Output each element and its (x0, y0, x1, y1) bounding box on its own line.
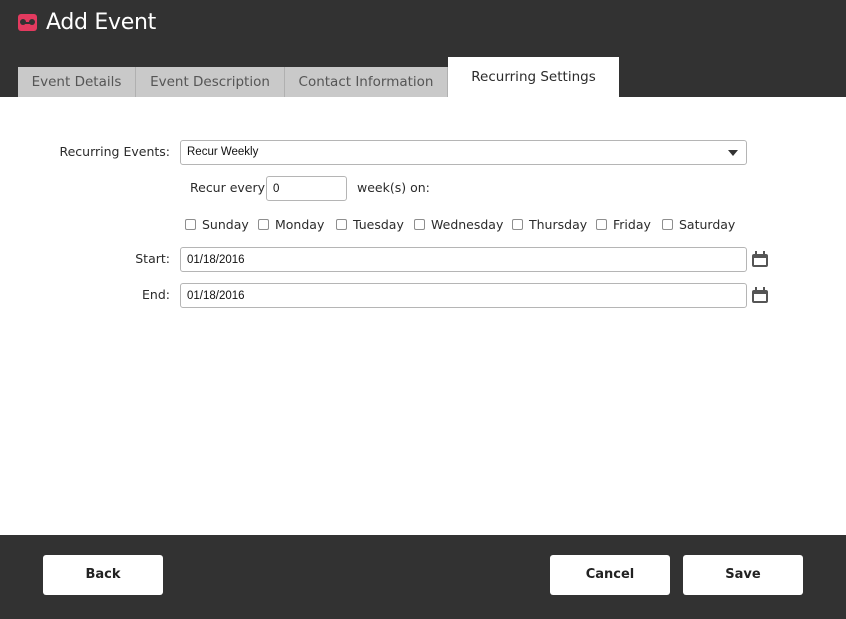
day-thursday-checkbox[interactable]: Thursday (512, 216, 587, 232)
calendar-icon[interactable] (752, 251, 768, 267)
day-tuesday-checkbox[interactable]: Tuesday (336, 216, 404, 232)
checkbox-icon[interactable] (336, 218, 347, 230)
checkbox-icon[interactable] (258, 218, 269, 230)
chevron-down-icon (728, 150, 738, 156)
checkbox-icon[interactable] (596, 218, 607, 230)
start-label: Start: (135, 251, 170, 266)
calendar-icon[interactable] (752, 287, 768, 303)
cancel-button[interactable]: Cancel (550, 555, 670, 595)
header-bar: Add Event Event Details Event Descriptio… (0, 0, 846, 97)
tab-event-description[interactable]: Event Description (136, 67, 285, 97)
weeks-on-label: week(s) on: (357, 180, 430, 195)
footer-bar: Back Cancel Save (0, 535, 846, 619)
day-monday-checkbox[interactable]: Monday (258, 216, 324, 232)
save-button[interactable]: Save (683, 555, 803, 595)
tab-contact-information[interactable]: Contact Information (285, 67, 448, 97)
recur-every-label: Recur every (190, 180, 266, 195)
day-sunday-checkbox[interactable]: Sunday (185, 216, 249, 232)
tab-recurring-settings[interactable]: Recurring Settings (448, 57, 619, 97)
end-date-input[interactable] (180, 283, 747, 308)
start-date-input[interactable] (180, 247, 747, 272)
checkbox-icon[interactable] (414, 218, 425, 230)
page-title: Add Event (46, 10, 156, 35)
day-saturday-checkbox[interactable]: Saturday (662, 216, 735, 232)
recur-every-input[interactable] (266, 176, 347, 201)
checkbox-icon[interactable] (512, 218, 523, 230)
checkbox-icon[interactable] (662, 218, 673, 230)
checkbox-icon[interactable] (185, 218, 196, 230)
recurring-events-label: Recurring Events: (59, 144, 170, 159)
logo-icon (18, 14, 37, 31)
tab-event-details[interactable]: Event Details (18, 67, 136, 97)
day-wednesday-checkbox[interactable]: Wednesday (414, 216, 503, 232)
recurring-events-value: Recur Weekly (187, 146, 259, 158)
day-friday-checkbox[interactable]: Friday (596, 216, 651, 232)
recurring-events-select[interactable]: Recur Weekly (180, 140, 747, 165)
end-label: End: (142, 287, 170, 302)
back-button[interactable]: Back (43, 555, 163, 595)
